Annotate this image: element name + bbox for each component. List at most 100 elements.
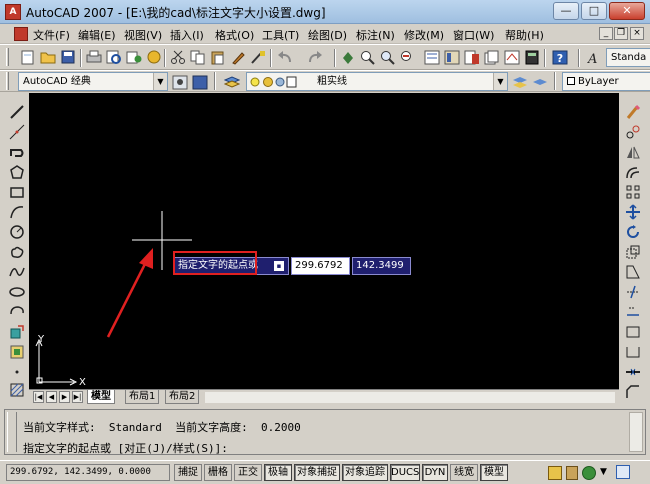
menu-modify[interactable]: 修改(M) xyxy=(404,27,444,43)
snap-toggle[interactable]: 捕捉 xyxy=(174,464,202,481)
redo-icon[interactable] xyxy=(306,49,322,65)
extend-icon[interactable] xyxy=(625,304,641,320)
menu-window[interactable]: 窗口(W) xyxy=(453,27,494,43)
next-tab-button[interactable]: ▶ xyxy=(59,391,70,403)
polyline-icon[interactable] xyxy=(9,144,25,160)
pan-icon[interactable] xyxy=(340,49,356,65)
move-icon[interactable] xyxy=(625,204,641,220)
markup-icon[interactable] xyxy=(504,49,520,65)
design-center-icon[interactable] xyxy=(444,49,460,65)
dynamic-options-icon[interactable]: ▪ xyxy=(274,261,284,271)
text-style-icon[interactable]: A xyxy=(586,49,602,65)
layer-manager-icon[interactable] xyxy=(224,74,240,90)
line-icon[interactable] xyxy=(9,104,25,120)
dyn-toggle[interactable]: DYN xyxy=(422,464,448,481)
workspace-settings-icon[interactable] xyxy=(172,74,188,90)
tray-menu-icon[interactable]: ▼ xyxy=(600,467,607,477)
minimize-button[interactable]: — xyxy=(553,2,579,20)
polygon-icon[interactable] xyxy=(9,164,25,180)
document-icon[interactable] xyxy=(14,27,28,41)
clean-screen-icon[interactable] xyxy=(616,465,630,479)
circle-icon[interactable] xyxy=(9,224,25,240)
break-icon[interactable] xyxy=(625,344,641,360)
ellipse-arc-icon[interactable] xyxy=(9,304,25,320)
sheet-set-icon[interactable] xyxy=(484,49,500,65)
new-file-icon[interactable] xyxy=(20,49,36,65)
polar-toggle[interactable]: 极轴 xyxy=(264,464,292,481)
publish-icon[interactable] xyxy=(126,49,142,65)
match-properties-icon[interactable] xyxy=(230,49,246,65)
menu-dimension[interactable]: 标注(N) xyxy=(356,27,395,43)
mdi-minimize-button[interactable]: _ xyxy=(599,27,613,40)
tool-palettes-icon[interactable] xyxy=(464,49,480,65)
first-tab-button[interactable]: |◀ xyxy=(33,391,44,403)
block-editor-icon[interactable] xyxy=(250,49,266,65)
color-combo[interactable]: ByLayer xyxy=(562,72,650,91)
model-toggle[interactable]: 模型 xyxy=(480,464,508,481)
dynamic-x-input[interactable]: 299.6792 xyxy=(291,257,350,275)
drawing-canvas[interactable]: Y X 指定文字的起点或 ▪ 299.6792 142.3499 xyxy=(29,93,619,389)
etransmit-icon[interactable] xyxy=(146,49,162,65)
lineweight-toggle[interactable]: 线宽 xyxy=(450,464,478,481)
copy-object-icon[interactable] xyxy=(625,124,641,140)
stretch-icon[interactable] xyxy=(625,264,641,280)
construction-line-icon[interactable] xyxy=(9,124,25,140)
dynamic-y-input[interactable]: 142.3499 xyxy=(352,257,411,275)
undo-icon[interactable] xyxy=(276,49,292,65)
arc-icon[interactable] xyxy=(9,204,25,220)
last-tab-button[interactable]: ▶| xyxy=(72,391,83,403)
trim-icon[interactable] xyxy=(625,284,641,300)
plot-preview-icon[interactable] xyxy=(106,49,122,65)
insert-block-icon[interactable] xyxy=(9,324,25,340)
chamfer-icon[interactable] xyxy=(625,384,641,400)
menu-tools[interactable]: 工具(T) xyxy=(262,27,299,43)
hatch-icon[interactable] xyxy=(9,382,25,398)
scale-icon[interactable] xyxy=(625,244,641,260)
menu-insert[interactable]: 插入(I) xyxy=(170,27,204,43)
array-icon[interactable] xyxy=(625,184,641,200)
tab-layout2[interactable]: 布局2 xyxy=(165,390,200,404)
make-layer-current-icon[interactable] xyxy=(512,74,528,90)
join-icon[interactable] xyxy=(625,364,641,380)
grid-toggle[interactable]: 栅格 xyxy=(204,464,232,481)
menu-edit[interactable]: 编辑(E) xyxy=(78,27,116,43)
zoom-previous-icon[interactable] xyxy=(400,49,416,65)
command-grip[interactable] xyxy=(7,412,17,452)
rotate-icon[interactable] xyxy=(625,224,641,240)
mdi-close-button[interactable]: × xyxy=(630,27,644,40)
ellipse-icon[interactable] xyxy=(9,284,25,300)
print-icon[interactable] xyxy=(86,49,102,65)
calculator-icon[interactable] xyxy=(524,49,540,65)
workspace-combo[interactable]: AutoCAD 经典 ▼ xyxy=(18,72,168,91)
cut-icon[interactable] xyxy=(170,49,186,65)
mdi-restore-button[interactable]: ❐ xyxy=(614,27,628,40)
make-block-icon[interactable] xyxy=(9,344,25,360)
osnap-toggle[interactable]: 对象捕捉 xyxy=(294,464,340,481)
ortho-toggle[interactable]: 正交 xyxy=(234,464,262,481)
spline-icon[interactable] xyxy=(9,264,25,280)
menu-view[interactable]: 视图(V) xyxy=(124,27,162,43)
help-icon[interactable]: ? xyxy=(552,49,568,65)
maximize-button[interactable]: □ xyxy=(581,2,607,20)
autocad-app-icon[interactable]: A xyxy=(5,4,21,20)
offset-icon[interactable] xyxy=(625,164,641,180)
menu-format[interactable]: 格式(O) xyxy=(215,27,254,43)
previous-tab-button[interactable]: ◀ xyxy=(46,391,57,403)
break-at-point-icon[interactable] xyxy=(625,324,641,340)
horizontal-scrollbar[interactable] xyxy=(205,392,615,403)
menu-help[interactable]: 帮助(H) xyxy=(505,27,544,43)
layer-previous-icon[interactable] xyxy=(532,74,548,90)
tab-layout1[interactable]: 布局1 xyxy=(125,390,160,404)
menu-file[interactable]: 文件(F) xyxy=(33,27,70,43)
menu-draw[interactable]: 绘图(D) xyxy=(308,27,347,43)
toolbar-grip[interactable] xyxy=(6,72,9,90)
zoom-realtime-icon[interactable] xyxy=(360,49,376,65)
properties-icon[interactable] xyxy=(424,49,440,65)
revision-cloud-icon[interactable] xyxy=(9,244,25,260)
tray-settings-icon[interactable] xyxy=(582,466,596,480)
zoom-window-icon[interactable] xyxy=(380,49,396,65)
open-file-icon[interactable] xyxy=(40,49,56,65)
communication-center-icon[interactable] xyxy=(548,466,562,480)
toolbar-grip[interactable] xyxy=(6,48,9,66)
erase-icon[interactable] xyxy=(625,104,641,120)
